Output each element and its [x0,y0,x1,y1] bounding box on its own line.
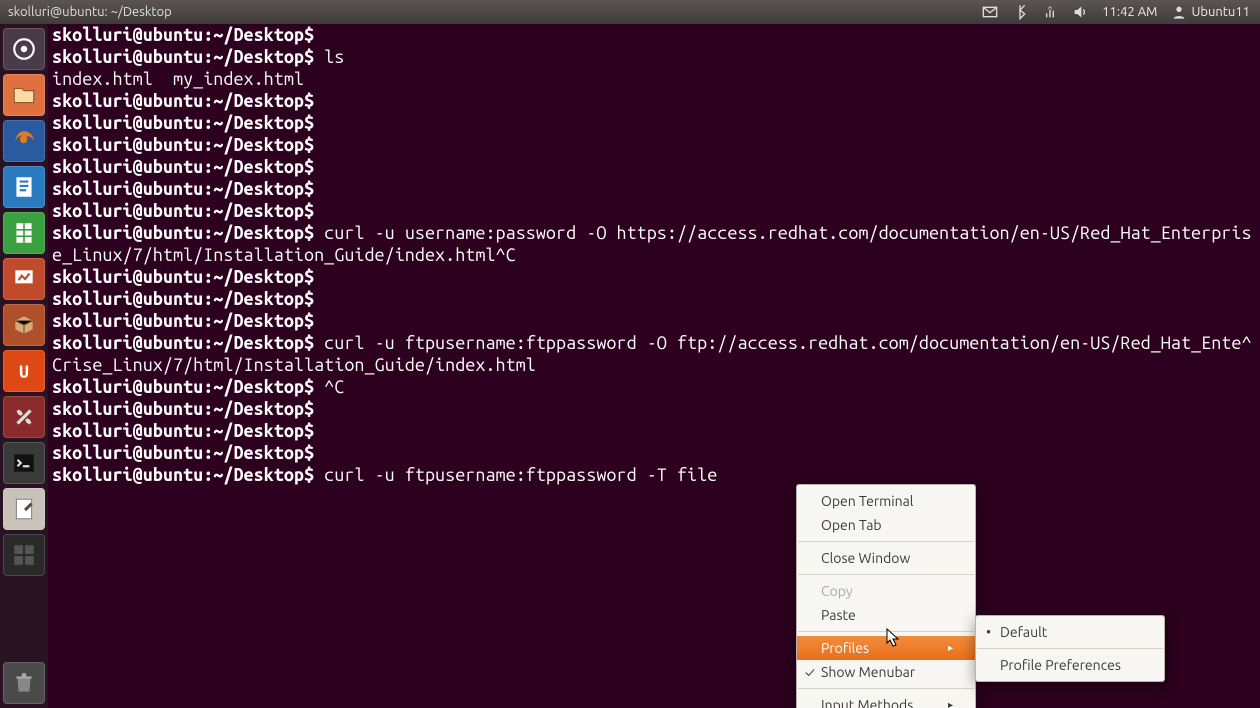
menu-item-profile-preferences[interactable]: Profile Preferences [976,653,1164,677]
menu-separator [798,574,974,575]
terminal-line: skolluri@ubuntu:~/Desktop$ ls [52,46,1256,68]
menu-item-close-window[interactable]: Close Window [797,546,975,570]
menu-item-label: Copy [821,583,853,599]
menu-separator [798,688,974,689]
terminal-context-menu: Open Terminal Open Tab Close Window Copy Pas… [796,484,976,708]
terminal-line: skolluri@ubuntu:~/Desktop$ [52,134,1256,156]
terminal-line: skolluri@ubuntu:~/Desktop$ [52,310,1256,332]
settings-icon[interactable] [3,396,45,438]
terminal-line: skolluri@ubuntu:~/Desktop$ [52,398,1256,420]
user-icon [1171,4,1187,20]
ubuntu-one-icon[interactable]: U [3,350,45,392]
svg-text:U: U [19,363,29,382]
system-tray: 11:42 AM Ubuntu11 [982,4,1260,20]
trash-icon[interactable] [3,662,45,704]
menu-item-input-methods[interactable]: Input Methods ▸ [797,693,975,708]
chevron-right-icon: ▸ [948,642,953,654]
firefox-icon[interactable] [3,120,45,162]
terminal-line: skolluri@ubuntu:~/Desktop$ [52,288,1256,310]
mouse-cursor-icon [886,628,900,648]
network-icon[interactable] [1042,4,1058,20]
menu-item-label: Open Terminal [821,493,913,509]
terminal-line: index.html my_index.html [52,68,1256,90]
menu-item-label: Profile Preferences [1000,657,1121,673]
workspace-icon[interactable] [3,534,45,576]
menu-item-label: Input Methods [821,697,913,708]
chevron-right-icon: ▸ [948,699,953,708]
menu-item-label: Show Menubar [821,664,915,680]
menu-item-default[interactable]: Default [976,620,1164,644]
calc-icon[interactable] [3,212,45,254]
menu-separator [798,541,974,542]
terminal-line: skolluri@ubuntu:~/Desktop$ curl -u usern… [52,222,1256,266]
menu-item-open-terminal[interactable]: Open Terminal [797,489,975,513]
terminal-line: skolluri@ubuntu:~/Desktop$ [52,178,1256,200]
terminal-line: skolluri@ubuntu:~/Desktop$ curl -u ftpus… [52,332,1256,376]
user-menu[interactable]: Ubuntu11 [1171,4,1250,20]
terminal-line: skolluri@ubuntu:~/Desktop$ [52,200,1256,222]
terminal-line: skolluri@ubuntu:~/Desktop$ ^C [52,376,1256,398]
menu-item-label: Close Window [821,550,910,566]
menu-separator [977,648,1163,649]
top-menubar: skolluri@ubuntu: ~/Desktop 11:42 AM Ubun… [0,0,1260,24]
volume-icon[interactable] [1072,4,1088,20]
menu-item-show-menubar[interactable]: Show Menubar [797,660,975,684]
text-editor-icon[interactable] [3,488,45,530]
menu-item-copy: Copy [797,579,975,603]
dash-icon[interactable] [3,28,45,70]
menu-item-label: Open Tab [821,517,882,533]
software-center-icon[interactable] [3,304,45,346]
window-title: skolluri@ubuntu: ~/Desktop [0,5,172,19]
terminal-line: skolluri@ubuntu:~/Desktop$ [52,442,1256,464]
terminal-output[interactable]: skolluri@ubuntu:~/Desktop$skolluri@ubunt… [48,24,1260,708]
clock[interactable]: 11:42 AM [1102,5,1157,19]
terminal-line: skolluri@ubuntu:~/Desktop$ [52,156,1256,178]
mail-icon[interactable] [982,4,998,20]
unity-launcher: U [0,24,48,708]
terminal-line: skolluri@ubuntu:~/Desktop$ curl -u ftpus… [52,464,1256,486]
terminal-icon[interactable] [3,442,45,484]
terminal-line: skolluri@ubuntu:~/Desktop$ [52,90,1256,112]
menu-item-open-tab[interactable]: Open Tab [797,513,975,537]
menu-item-label: Default [1000,624,1047,640]
terminal-line: skolluri@ubuntu:~/Desktop$ [52,24,1256,46]
terminal-line: skolluri@ubuntu:~/Desktop$ [52,266,1256,288]
menu-item-paste[interactable]: Paste [797,603,975,627]
terminal-line: skolluri@ubuntu:~/Desktop$ [52,112,1256,134]
writer-icon[interactable] [3,166,45,208]
menu-item-label: Profiles [821,640,869,656]
bluetooth-icon[interactable] [1012,4,1028,20]
impress-icon[interactable] [3,258,45,300]
profiles-submenu: Default Profile Preferences [975,615,1165,682]
menu-item-label: Paste [821,607,856,623]
terminal-line: skolluri@ubuntu:~/Desktop$ [52,420,1256,442]
files-icon[interactable] [3,74,45,116]
